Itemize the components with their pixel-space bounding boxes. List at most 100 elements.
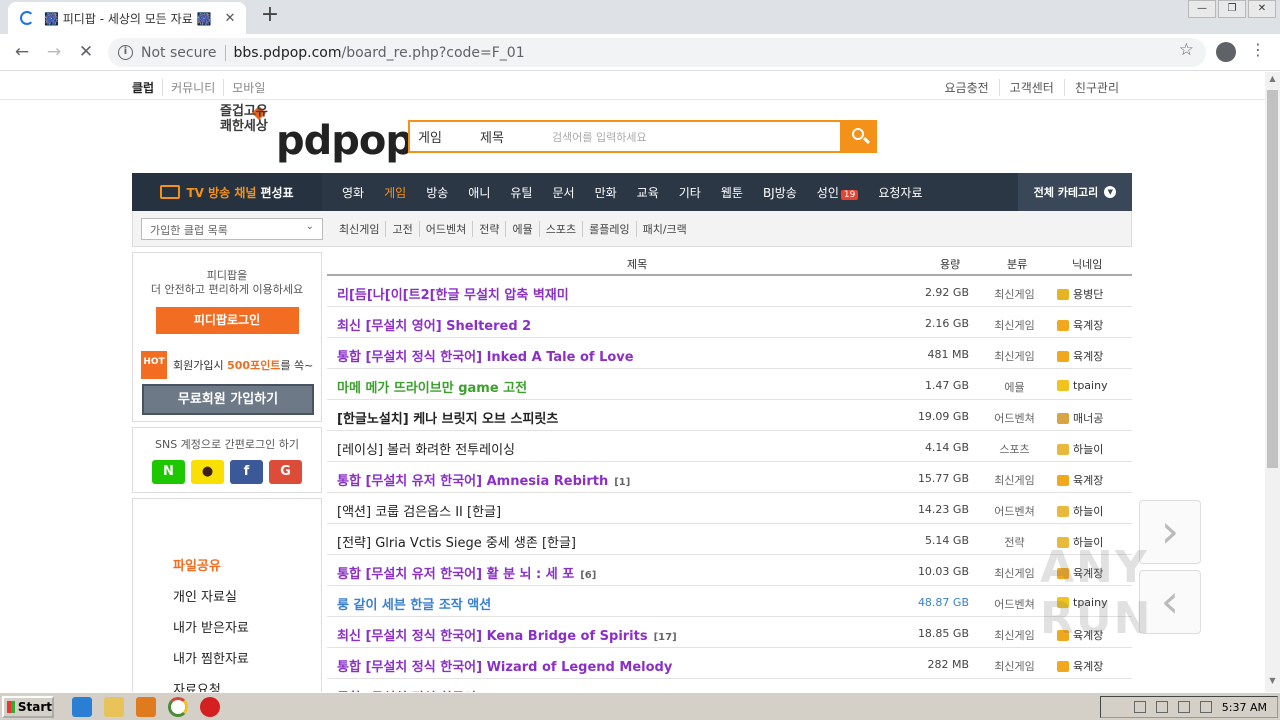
club-select[interactable]: 가입한 클럽 목록 ⌄	[141, 217, 323, 240]
table-row[interactable]: 통합 [무설치 정식 한국어] Inked A Tale of Love 481 …	[327, 338, 1132, 369]
google-login-icon[interactable]: G	[269, 460, 302, 484]
profile-avatar-icon[interactable]	[1216, 42, 1236, 62]
table-row[interactable]: 통합 [무설치 정식 한국어] ...	[327, 679, 1132, 692]
table-row[interactable]: [한글노설치] 케나 브릿지 오브 스피릿츠 19.09 GB 어드벤쳐 매너공	[327, 400, 1132, 431]
stop-button[interactable]: ✕	[73, 40, 99, 64]
link-customer-center[interactable]: 고객센터	[998, 79, 1064, 96]
subcat-patch[interactable]: 패치/크랙	[635, 220, 693, 237]
nav-bj[interactable]: BJ방송	[753, 184, 807, 201]
search-button[interactable]	[842, 120, 877, 153]
subcat-latest[interactable]: 최신게임	[339, 221, 385, 237]
table-row[interactable]: 통합 [무설치 유저 한국어] Amnesia Rebirth [1] 15.77 …	[327, 462, 1132, 493]
search-input[interactable]: 검색어를 입력하세요	[552, 129, 647, 145]
row-title[interactable]: 통합 [무설치 유저 한국어] Amnesia Rebirth [1]	[337, 470, 630, 489]
scroll-up-icon[interactable]: ▲	[1265, 74, 1280, 88]
search-category-select[interactable]: 게임	[410, 127, 480, 146]
stop-app-icon[interactable]	[200, 696, 220, 717]
row-nick[interactable]: 매너공	[1057, 410, 1103, 426]
flag-icon[interactable]	[1199, 701, 1212, 713]
subcat-classic[interactable]: 고전	[385, 220, 418, 237]
nav-adult[interactable]: 성인 19	[807, 184, 869, 201]
nav-movie[interactable]: 영화	[332, 184, 374, 201]
row-title[interactable]: [레이싱] 볼러 화려한 전투레이싱	[337, 439, 521, 458]
table-row[interactable]: 통합 [무설치 유저 한국어] 활 분 뇌 : 세 포 [6] 10.03 GB 최신…	[327, 555, 1132, 586]
info-icon[interactable]: i	[118, 45, 133, 60]
link-mobile[interactable]: 모바일	[223, 79, 273, 96]
row-nick[interactable]: 육계장	[1057, 472, 1103, 488]
nav-webtoon[interactable]: 웹툰	[711, 184, 753, 201]
chrome-icon[interactable]	[168, 696, 188, 717]
side-menu-wishlist[interactable]: 내가 찜한자료	[133, 648, 321, 679]
table-row[interactable]: [레이싱] 볼러 화려한 전투레이싱 4.14 GB 스포츠 하늘이	[327, 431, 1132, 462]
explorer-icon[interactable]	[104, 696, 124, 717]
site-logo[interactable]: 즐겁고유쾌한세상 pdpop	[220, 104, 414, 170]
table-row[interactable]: 통합 [무설치 정식 한국어] Wizard of Legend Melody 2…	[327, 648, 1132, 679]
scroll-down-icon[interactable]: ▼	[1265, 676, 1280, 690]
side-menu-file-share[interactable]: 파일공유	[133, 555, 321, 586]
scroll-thumb[interactable]	[1267, 90, 1278, 468]
address-bar[interactable]: i Not secure bbs.pdpop.com/board_re.php?…	[108, 38, 1206, 67]
nav-document[interactable]: 문서	[542, 184, 584, 201]
link-community[interactable]: 커뮤니티	[162, 79, 223, 96]
page-scrollbar[interactable]: ▲ ▼	[1265, 72, 1280, 692]
subcat-sports[interactable]: 스포츠	[538, 220, 582, 237]
link-club[interactable]: 클럽	[132, 79, 162, 96]
row-title[interactable]: 마메 메가 뜨라이브만 game 고전	[337, 377, 533, 396]
media-player-icon[interactable]	[136, 696, 156, 717]
link-charge[interactable]: 요금충전	[934, 79, 998, 96]
side-menu-my-files[interactable]: 개인 자료실	[133, 586, 321, 617]
row-title[interactable]: 통합 [무설치 정식 한국어] Inked A Tale of Love	[337, 346, 640, 365]
row-title[interactable]: [액션] 코룹 검은옵스 II [한글]	[337, 501, 507, 520]
subcat-strategy[interactable]: 전략	[472, 220, 505, 237]
side-menu-downloaded[interactable]: 내가 받은자료	[133, 617, 321, 648]
tab-close-icon[interactable]: ✕	[220, 11, 240, 26]
back-button[interactable]: ←	[9, 40, 35, 64]
tv-schedule-link[interactable]: TV 방송 채널 편성표	[132, 173, 322, 211]
naver-login-icon[interactable]: N	[152, 460, 185, 484]
row-title[interactable]: [전략] Glria Vctis Siege 중세 생존 [한글]	[337, 532, 582, 551]
side-menu-request[interactable]: 자료요청	[133, 679, 321, 692]
login-button[interactable]: 피디팝로그인	[155, 307, 299, 334]
row-title[interactable]: 통합 [무설치 유저 한국어] 활 분 뇌 : 세 포 [6]	[337, 563, 596, 582]
all-categories-button[interactable]: 전체 카테고리 ▼	[1018, 173, 1132, 211]
nav-broadcast[interactable]: 방송	[416, 184, 458, 201]
new-tab-button[interactable]: +	[258, 4, 282, 28]
subcat-rpg[interactable]: 롤플레잉	[582, 220, 635, 237]
nav-comics[interactable]: 만화	[585, 184, 627, 201]
facebook-login-icon[interactable]: f	[230, 460, 263, 484]
row-title[interactable]: 통합 [무설치 정식 한국어] Wizard of Legend Melody	[337, 656, 678, 675]
browser-tab[interactable]: 🎆 피디팝 - 세상의 모든 자료 🎆 ✕	[8, 2, 246, 34]
nav-etc[interactable]: 기타	[669, 184, 711, 201]
bookmark-star-icon[interactable]: ☆	[1179, 40, 1194, 60]
network-icon[interactable]	[1177, 701, 1190, 713]
tray-arrow-icon[interactable]	[1133, 701, 1146, 713]
volume-icon[interactable]	[1155, 701, 1168, 713]
table-row[interactable]: 룽 같이 세븐 한글 조작 액션 48.87 GB 어드벤쳐 tpainy	[327, 586, 1132, 617]
forward-button[interactable]: →	[41, 40, 67, 64]
window-close-button[interactable]: ✕	[1248, 0, 1276, 18]
row-nick[interactable]: 육계장	[1057, 658, 1103, 674]
row-nick[interactable]: 용병단	[1057, 286, 1103, 302]
search-field-select[interactable]: 제목	[480, 127, 552, 146]
row-title[interactable]: 최신 [무설치 정식 한국어] Kena Bridge of Spirits [1…	[337, 625, 677, 644]
row-nick[interactable]: 육계장	[1057, 348, 1103, 364]
browser-menu-icon[interactable]: ⋮	[1250, 40, 1266, 59]
nav-request[interactable]: 요청자료	[868, 184, 932, 201]
nav-utility[interactable]: 유틸	[500, 184, 542, 201]
row-title[interactable]: 룽 같이 세븐 한글 조작 액션	[337, 594, 497, 613]
row-title[interactable]: 최신 [무설치 영어] Sheltered 2	[337, 315, 537, 334]
nav-education[interactable]: 교육	[627, 184, 669, 201]
subcat-adventure[interactable]: 어드벤쳐	[418, 220, 472, 237]
maximize-button[interactable]: ❐	[1218, 0, 1246, 18]
ie-icon[interactable]	[72, 696, 92, 717]
join-button[interactable]: 무료회원 가입하기	[142, 384, 314, 415]
row-nick[interactable]: 하늘이	[1057, 503, 1103, 519]
table-row[interactable]: [전략] Glria Vctis Siege 중세 생존 [한글] 5.14 GB…	[327, 524, 1132, 555]
minimize-button[interactable]: —	[1188, 0, 1216, 18]
subcat-emulator[interactable]: 에뮬	[505, 220, 538, 237]
row-nick[interactable]: 육계장	[1057, 317, 1103, 333]
row-title[interactable]: [한글노설치] 케나 브릿지 오브 스피릿츠	[337, 408, 564, 427]
table-row[interactable]: [액션] 코룹 검은옵스 II [한글] 14.23 GB 어드벤쳐 하늘이	[327, 493, 1132, 524]
nav-anime[interactable]: 애니	[458, 184, 500, 201]
start-button[interactable]: Start	[2, 695, 54, 718]
